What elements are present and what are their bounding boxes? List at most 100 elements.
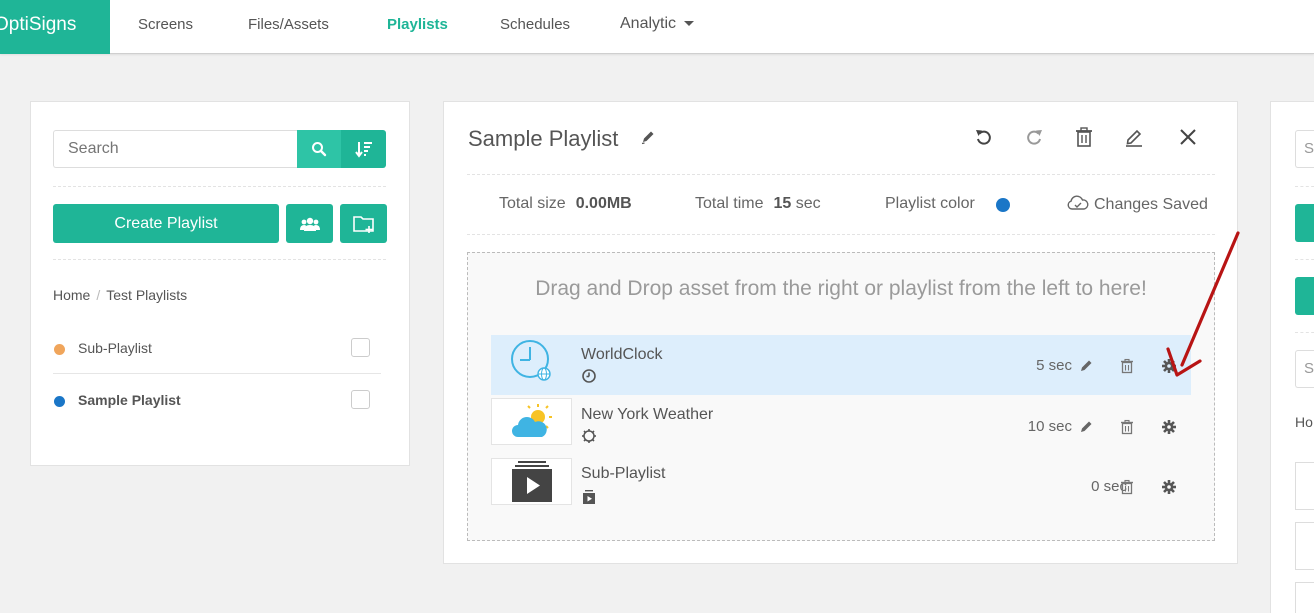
save-status: Changes Saved bbox=[1066, 195, 1208, 214]
divider bbox=[1295, 332, 1314, 333]
asset-row[interactable]: Sub-Playlist 0 sec bbox=[491, 456, 1191, 516]
breadcrumb-home[interactable]: Ho bbox=[1295, 414, 1313, 430]
save-status-text: Changes Saved bbox=[1094, 196, 1208, 213]
asset-thumbnail bbox=[491, 398, 572, 445]
filter-input[interactable]: S bbox=[1295, 350, 1314, 388]
playlist-color-dot bbox=[54, 344, 65, 355]
add-app-button[interactable] bbox=[1295, 277, 1314, 315]
trash-icon bbox=[1076, 127, 1092, 147]
drop-hint: Drag and Drop asset from the right or pl… bbox=[535, 277, 1147, 300]
clock-icon bbox=[582, 369, 596, 383]
undo-button[interactable] bbox=[972, 125, 996, 149]
asset-item[interactable] bbox=[1295, 582, 1314, 613]
playlist-item-label: Sub-Playlist bbox=[78, 340, 152, 356]
asset-row[interactable]: New York Weather 10 sec bbox=[491, 396, 1191, 456]
nav-analytic-label: Analytic bbox=[620, 15, 677, 32]
asset-name: New York Weather bbox=[581, 406, 714, 423]
playlist-small-icon bbox=[583, 490, 595, 504]
total-size-label: Total size bbox=[499, 195, 566, 212]
breadcrumb-home[interactable]: Home bbox=[53, 287, 90, 303]
breadcrumb: Home / Test Playlists bbox=[53, 287, 187, 303]
nav-playlists[interactable]: Playlists bbox=[387, 16, 448, 33]
rename-button[interactable] bbox=[638, 127, 658, 147]
total-time: Total time 15 sec bbox=[695, 195, 821, 213]
annotation-arrow bbox=[1166, 231, 1240, 377]
trash-icon[interactable] bbox=[1119, 419, 1135, 435]
share-group-button[interactable] bbox=[286, 204, 333, 243]
edit-button[interactable] bbox=[1122, 125, 1146, 149]
total-time-value: 15 bbox=[773, 195, 792, 212]
asset-name: WorldClock bbox=[581, 346, 663, 363]
nav-screens[interactable]: Screens bbox=[138, 16, 193, 33]
playlist-checkbox[interactable] bbox=[351, 338, 370, 357]
undo-icon bbox=[976, 130, 991, 145]
sort-icon bbox=[354, 142, 372, 158]
asset-duration: 0 sec bbox=[1091, 478, 1127, 495]
gear-icon[interactable] bbox=[1161, 419, 1177, 435]
asset-item[interactable] bbox=[1295, 462, 1314, 510]
pencil-icon bbox=[641, 131, 654, 145]
search-button[interactable] bbox=[297, 130, 341, 168]
pencil-icon[interactable] bbox=[1078, 419, 1094, 435]
close-icon bbox=[1180, 129, 1196, 145]
playlist-icon bbox=[511, 460, 552, 502]
folder-add-icon bbox=[352, 215, 374, 233]
divider bbox=[467, 174, 1215, 175]
playlist-editor-panel: Sample Playlist Total size 0.00MB Total t… bbox=[443, 101, 1238, 564]
asset-row[interactable]: WorldClock 5 sec bbox=[491, 335, 1191, 395]
playlist-item[interactable]: Sub-Playlist bbox=[53, 324, 381, 374]
divider bbox=[1295, 186, 1314, 187]
breadcrumb-current: Test Playlists bbox=[106, 287, 188, 303]
gear-outline-icon bbox=[582, 429, 596, 443]
pencil-icon[interactable] bbox=[1078, 358, 1094, 374]
brand-logo[interactable]: OptiSigns bbox=[0, 0, 110, 54]
nav-files-assets[interactable]: Files/Assets bbox=[248, 16, 329, 33]
close-button[interactable] bbox=[1176, 125, 1200, 149]
divider bbox=[53, 186, 386, 187]
redo-icon bbox=[1027, 130, 1042, 145]
total-size: Total size 0.00MB bbox=[499, 195, 632, 213]
delete-playlist-button[interactable] bbox=[1072, 125, 1096, 149]
playlist-item-label: Sample Playlist bbox=[78, 392, 181, 408]
divider bbox=[467, 234, 1215, 235]
brand-text: OptiSigns bbox=[0, 14, 77, 35]
asset-search-input[interactable]: S bbox=[1295, 130, 1314, 168]
total-time-label: Total time bbox=[695, 195, 764, 212]
cloud-icon bbox=[1067, 195, 1089, 210]
asset-library-panel: S S Ho bbox=[1270, 101, 1314, 613]
playlist-browser-panel: Create Playlist Home / Test Playlists Sub-… bbox=[30, 101, 410, 466]
breadcrumb-separator: / bbox=[96, 287, 101, 303]
playlist-item[interactable]: Sample Playlist bbox=[53, 376, 381, 426]
top-nav: OptiSigns Screens Files/Assets Playlists… bbox=[0, 0, 1314, 54]
playlist-color: Playlist color bbox=[885, 195, 975, 213]
gear-icon[interactable] bbox=[1161, 479, 1177, 495]
upload-button[interactable] bbox=[1295, 204, 1314, 242]
trash-icon[interactable] bbox=[1119, 358, 1135, 374]
playlist-color-dot bbox=[54, 396, 65, 407]
chevron-down-icon bbox=[684, 21, 695, 27]
asset-item[interactable] bbox=[1295, 522, 1314, 570]
playlist-color-label: Playlist color bbox=[885, 195, 975, 212]
divider bbox=[53, 259, 386, 260]
users-icon bbox=[299, 217, 320, 231]
divider bbox=[1295, 259, 1314, 260]
sort-button[interactable] bbox=[341, 130, 386, 168]
playlist-color-swatch[interactable] bbox=[996, 198, 1010, 212]
playlist-search-input[interactable] bbox=[53, 130, 298, 168]
nav-schedules[interactable]: Schedules bbox=[500, 16, 570, 33]
playlist-checkbox[interactable] bbox=[351, 390, 370, 409]
redo-button[interactable] bbox=[1022, 125, 1046, 149]
asset-thumbnail bbox=[491, 337, 572, 384]
weather-icon bbox=[511, 403, 552, 437]
create-playlist-button[interactable]: Create Playlist bbox=[53, 204, 279, 243]
new-folder-button[interactable] bbox=[340, 204, 387, 243]
nav-analytic[interactable]: Analytic bbox=[620, 15, 695, 33]
playlist-title: Sample Playlist bbox=[468, 126, 619, 151]
search-icon bbox=[312, 142, 327, 157]
trash-icon[interactable] bbox=[1119, 479, 1135, 495]
world-clock-icon bbox=[510, 339, 551, 381]
drop-zone[interactable]: Drag and Drop asset from the right or pl… bbox=[467, 252, 1215, 541]
asset-name: Sub-Playlist bbox=[581, 465, 666, 482]
total-size-value: 0.00MB bbox=[575, 195, 632, 212]
asset-duration: 10 sec bbox=[1027, 418, 1072, 435]
